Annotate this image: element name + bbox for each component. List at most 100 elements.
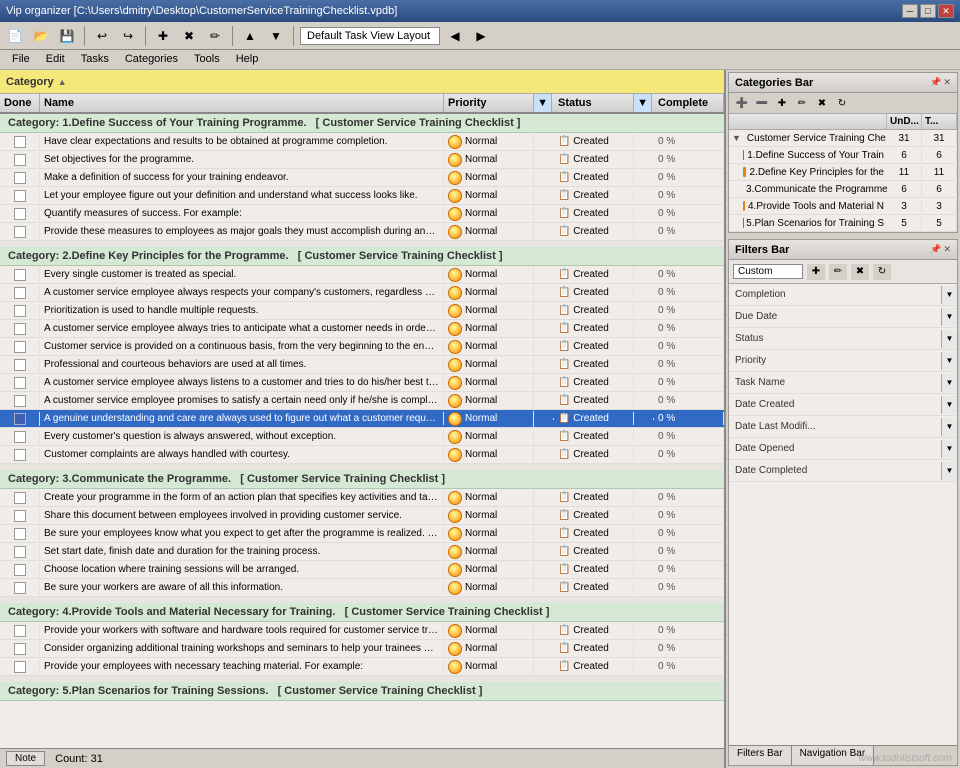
cat-add-btn[interactable]: ✚	[773, 95, 791, 111]
td-done[interactable]	[0, 563, 40, 577]
maximize-button[interactable]: □	[920, 4, 936, 18]
undo-button[interactable]: ↩	[91, 25, 113, 47]
td-done[interactable]	[0, 660, 40, 674]
checkbox[interactable]	[14, 492, 26, 504]
td-done[interactable]	[0, 340, 40, 354]
edit-button[interactable]: ✏	[204, 25, 226, 47]
table-row[interactable]: Every customer's question is always answ…	[0, 428, 724, 446]
table-row[interactable]: A customer service employee always tries…	[0, 320, 724, 338]
categories-bar-pin[interactable]: 📌	[930, 77, 941, 88]
filter-dropdown-btn[interactable]: ▼	[941, 286, 957, 304]
checkbox[interactable]	[14, 377, 26, 389]
td-done[interactable]	[0, 153, 40, 167]
layout-next-button[interactable]: ▶	[470, 25, 492, 47]
filter-dropdown-btn[interactable]: ▼	[941, 462, 957, 480]
checkbox[interactable]	[14, 208, 26, 220]
filter-delete-btn[interactable]: ✖	[851, 264, 869, 280]
td-done[interactable]	[0, 189, 40, 203]
filter-add-btn[interactable]: ✚	[807, 264, 825, 280]
td-done[interactable]	[0, 225, 40, 239]
checkbox[interactable]	[14, 413, 26, 425]
cat-list-item[interactable]: ▼ Customer Service Training Che 31 31	[729, 130, 957, 147]
td-done[interactable]	[0, 509, 40, 523]
td-done[interactable]	[0, 304, 40, 318]
new-button[interactable]: 📄	[4, 25, 26, 47]
cat-delete-btn[interactable]: ✖	[813, 95, 831, 111]
layout-prev-button[interactable]: ◀	[444, 25, 466, 47]
table-row[interactable]: Choose location where training sessions …	[0, 561, 724, 579]
td-done[interactable]	[0, 545, 40, 559]
filter-dropdown-btn[interactable]: ▼	[941, 418, 957, 436]
checkbox[interactable]	[14, 625, 26, 637]
table-row[interactable]: Be sure your employees know what you exp…	[0, 525, 724, 543]
checkbox[interactable]	[14, 154, 26, 166]
filter-dropdown-btn[interactable]: ▼	[941, 440, 957, 458]
checkbox[interactable]	[14, 341, 26, 353]
table-row[interactable]: Every single customer is treated as spec…	[0, 266, 724, 284]
checkbox[interactable]	[14, 582, 26, 594]
checkbox[interactable]	[14, 661, 26, 673]
menu-file[interactable]: File	[4, 52, 38, 67]
filter-dropdown-btn[interactable]: ▼	[941, 308, 957, 326]
open-button[interactable]: 📂	[30, 25, 52, 47]
down-button[interactable]: ▼	[265, 25, 287, 47]
filter-dropdown-btn[interactable]: ▼	[941, 374, 957, 392]
table-row[interactable]: Set objectives for the programme. Normal…	[0, 151, 724, 169]
table-row[interactable]: A customer service employee always respe…	[0, 284, 724, 302]
menu-help[interactable]: Help	[228, 52, 267, 67]
checkbox[interactable]	[14, 323, 26, 335]
table-row-selected[interactable]: A genuine understanding and care are alw…	[0, 410, 724, 428]
td-done[interactable]	[0, 358, 40, 372]
table-row[interactable]: Set start date, finish date and duration…	[0, 543, 724, 561]
checkbox[interactable]	[14, 528, 26, 540]
checkbox[interactable]	[14, 287, 26, 299]
filter-dropdown-btn[interactable]: ▼	[941, 396, 957, 414]
menu-tools[interactable]: Tools	[186, 52, 228, 67]
checkbox[interactable]	[14, 269, 26, 281]
table-row[interactable]: Customer service is provided on a contin…	[0, 338, 724, 356]
checkbox[interactable]	[14, 395, 26, 407]
cat-edit-btn[interactable]: ✏	[793, 95, 811, 111]
checkbox[interactable]	[14, 305, 26, 317]
td-done[interactable]	[0, 581, 40, 595]
filters-bar-close[interactable]: ✕	[943, 244, 951, 255]
menu-tasks[interactable]: Tasks	[73, 52, 117, 67]
filter-dropdown-btn[interactable]: ▼	[941, 352, 957, 370]
td-done[interactable]	[0, 376, 40, 390]
checkbox[interactable]	[14, 136, 26, 148]
filter-dropdown-btn[interactable]: ▼	[941, 330, 957, 348]
cat-refresh-btn[interactable]: ↻	[833, 95, 851, 111]
save-button[interactable]: 💾	[56, 25, 78, 47]
td-done[interactable]	[0, 394, 40, 408]
td-done[interactable]	[0, 286, 40, 300]
table-row[interactable]: Provide your workers with software and h…	[0, 622, 724, 640]
td-done[interactable]	[0, 135, 40, 149]
checkbox[interactable]	[14, 546, 26, 558]
cat-list-item[interactable]: 5.Plan Scenarios for Training S 5 5	[729, 215, 957, 232]
layout-selector[interactable]: Default Task View Layout	[300, 27, 440, 45]
filter-preset-dropdown[interactable]: Custom	[733, 264, 803, 279]
cat-collapse-btn[interactable]: ➖	[753, 95, 771, 111]
cat-list-item[interactable]: 3.Communicate the Programme 6 6	[729, 181, 957, 198]
checkbox[interactable]	[14, 643, 26, 655]
menu-categories[interactable]: Categories	[117, 52, 186, 67]
checkbox[interactable]	[14, 190, 26, 202]
add-task-button[interactable]: ✚	[152, 25, 174, 47]
cat-list-item[interactable]: 4.Provide Tools and Material N 3 3	[729, 198, 957, 215]
table-row[interactable]: Provide your employees with necessary te…	[0, 658, 724, 676]
delete-button[interactable]: ✖	[178, 25, 200, 47]
table-row[interactable]: Quantify measures of success. For exampl…	[0, 205, 724, 223]
td-done[interactable]	[0, 430, 40, 444]
table-row[interactable]: Make a definition of success for your tr…	[0, 169, 724, 187]
th-status-filter[interactable]: ▼	[634, 94, 652, 112]
redo-button[interactable]: ↪	[117, 25, 139, 47]
td-done[interactable]	[0, 448, 40, 462]
td-done[interactable]	[0, 491, 40, 505]
td-done[interactable]	[0, 207, 40, 221]
td-done[interactable]	[0, 171, 40, 185]
filter-edit-btn[interactable]: ✏	[829, 264, 847, 280]
table-row[interactable]: A customer service employee promises to …	[0, 392, 724, 410]
table-row[interactable]: Be sure your workers are aware of all th…	[0, 579, 724, 597]
td-done[interactable]	[0, 642, 40, 656]
checkbox[interactable]	[14, 226, 26, 238]
